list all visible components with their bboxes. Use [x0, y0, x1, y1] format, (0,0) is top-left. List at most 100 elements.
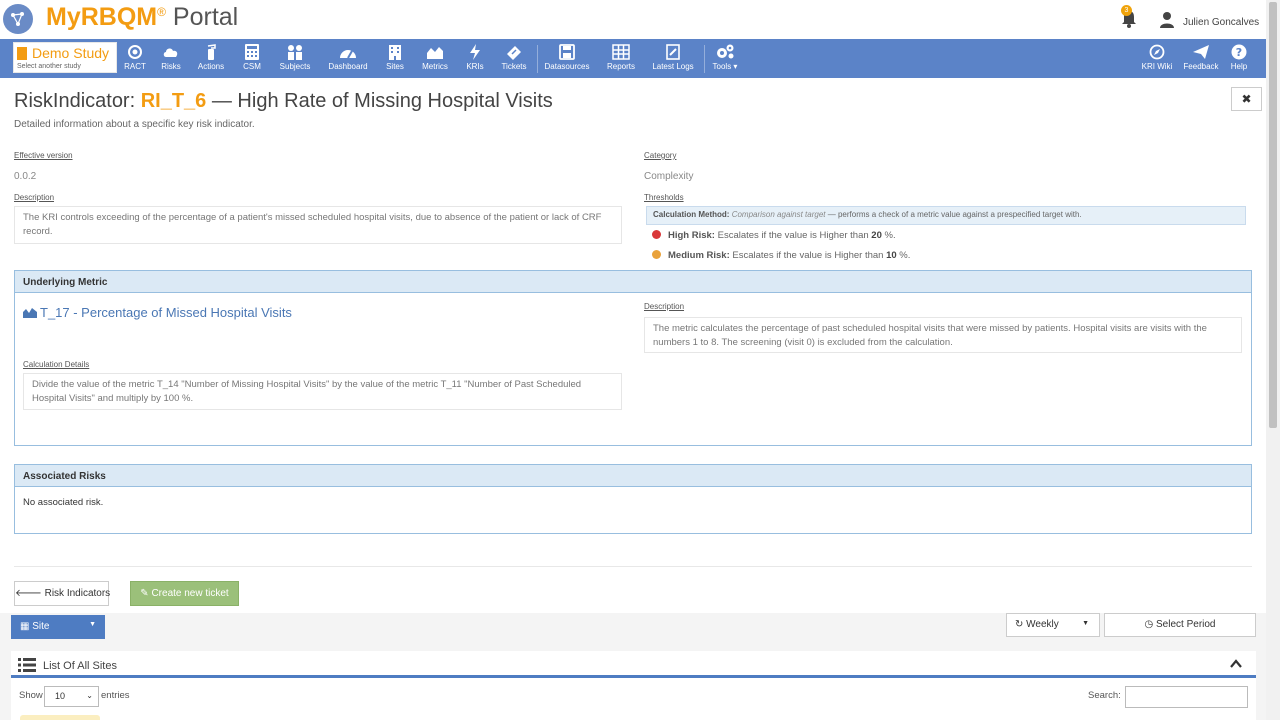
- study-selector[interactable]: Demo Study Select another study: [13, 42, 117, 73]
- nav-help[interactable]: ? Help: [1228, 44, 1250, 74]
- nav-datasources[interactable]: Datasources: [543, 44, 591, 74]
- category-value: Complexity: [644, 171, 694, 182]
- bolt-icon: [470, 44, 480, 60]
- close-button[interactable]: ✖: [1231, 87, 1262, 111]
- high-risk-row: High Risk: Escalates if the value is Hig…: [652, 230, 896, 241]
- at-icon: [128, 45, 142, 59]
- nav-separator: [537, 45, 538, 73]
- nav-dashboard[interactable]: Dashboard: [326, 44, 370, 74]
- document-icon: [17, 47, 27, 60]
- send-icon: [1193, 45, 1209, 59]
- nav-sites[interactable]: Sites: [384, 44, 406, 74]
- edit-icon: ✎: [140, 588, 149, 599]
- study-name: Demo Study: [32, 45, 110, 61]
- compass-icon: [1149, 44, 1165, 60]
- weekly-dropdown-button[interactable]: ↻ Weekly ▼: [1006, 613, 1100, 637]
- cloud-icon: [163, 48, 178, 57]
- row-highlight: [20, 715, 100, 720]
- clock-icon: ◷: [1144, 619, 1154, 630]
- risk-indicators-back-button[interactable]: 🡐 Risk Indicators: [14, 581, 110, 606]
- nav-actions[interactable]: Actions: [196, 44, 226, 74]
- site-dropdown-button[interactable]: ▦ Site ▼: [11, 615, 105, 639]
- create-ticket-button[interactable]: ✎ Create new ticket: [130, 581, 239, 606]
- nav-feedback[interactable]: Feedback: [1182, 44, 1220, 74]
- main-nav: Demo Study Select another study RACT Ris…: [0, 39, 1266, 78]
- underlying-metric-panel: Underlying Metric: [14, 270, 1252, 446]
- sites-list-panel: List Of All Sites: [11, 651, 1256, 720]
- calculator-icon: [245, 44, 259, 60]
- nav-ract[interactable]: RACT: [122, 44, 148, 74]
- nav-latest-logs[interactable]: Latest Logs: [651, 44, 695, 74]
- high-risk-dot: [652, 230, 661, 239]
- svg-text:?: ?: [1236, 46, 1242, 59]
- sites-list-header: List Of All Sites: [11, 651, 1256, 678]
- sites-list-title: List Of All Sites: [43, 660, 117, 672]
- table-icon: [612, 44, 630, 60]
- user-name[interactable]: Julien Goncalves: [1183, 17, 1259, 28]
- nav-metrics[interactable]: Metrics: [419, 44, 451, 74]
- thresholds-label: Thresholds: [644, 193, 684, 202]
- description-text: The KRI controls exceeding of the percen…: [14, 206, 622, 244]
- nav-separator: [704, 45, 705, 73]
- page-subtitle: Detailed information about a specific ke…: [14, 119, 255, 130]
- nav-kris[interactable]: KRIs: [463, 44, 487, 74]
- ticket-icon: [507, 46, 521, 60]
- search-input[interactable]: [1125, 686, 1248, 708]
- calculation-details-text: Divide the value of the metric T_14 "Num…: [23, 373, 622, 410]
- cogs-icon: [717, 44, 734, 59]
- area-chart-icon: [427, 47, 443, 59]
- nav-reports[interactable]: Reports: [605, 44, 637, 74]
- show-label: Show: [19, 690, 43, 701]
- calculation-details-label: Calculation Details: [23, 360, 90, 369]
- user-icon[interactable]: [1160, 12, 1174, 28]
- scrollbar-thumb[interactable]: [1269, 2, 1277, 428]
- chevron-down-icon: ⌄: [86, 691, 93, 700]
- nav-risks[interactable]: Risks: [159, 44, 183, 74]
- nav-subjects[interactable]: Subjects: [278, 44, 312, 74]
- list-icon: [18, 658, 36, 672]
- metric-link[interactable]: T_17 - Percentage of Missed Hospital Vis…: [23, 305, 292, 320]
- effective-version-label: Effective version: [14, 151, 73, 160]
- calculation-method-box: Calculation Method: Comparison against t…: [646, 206, 1246, 225]
- associated-risks-panel: Associated Risks No associated risk.: [14, 464, 1252, 534]
- building-icon: ▦: [20, 621, 30, 632]
- fire-extinguisher-icon: [207, 44, 216, 60]
- nav-csm[interactable]: CSM: [240, 44, 264, 74]
- caret-down-icon: ▼: [89, 621, 96, 628]
- page-title: RiskIndicator: RI_T_6 — High Rate of Mis…: [14, 90, 553, 112]
- users-icon: [288, 45, 302, 60]
- caret-down-icon: ▼: [1082, 620, 1089, 627]
- category-label: Category: [644, 151, 677, 160]
- divider: [14, 566, 1252, 567]
- effective-version-value: 0.0.2: [14, 171, 37, 182]
- entries-label: entries: [101, 690, 130, 701]
- building-icon: [389, 45, 401, 60]
- medium-risk-row: Medium Risk: Escalates if the value is H…: [652, 250, 910, 261]
- study-sub: Select another study: [17, 63, 81, 70]
- description-label: Description: [14, 193, 55, 202]
- chevron-up-icon[interactable]: [1230, 659, 1242, 669]
- search-label: Search:: [1088, 690, 1121, 701]
- arrow-left-icon: 🡐: [15, 588, 42, 599]
- nav-tools[interactable]: Tools ▾: [710, 44, 740, 74]
- select-period-button[interactable]: ◷ Select Period: [1104, 613, 1256, 637]
- metric-description-label: Description: [644, 302, 685, 311]
- medium-risk-dot: [652, 250, 661, 259]
- refresh-icon: ↻: [1015, 619, 1024, 630]
- no-risks-text: No associated risk.: [23, 497, 104, 508]
- entries-select[interactable]: 10 ⌄: [44, 686, 99, 707]
- area-chart-icon: [23, 308, 37, 318]
- edit-document-icon: [666, 44, 680, 60]
- associated-risks-header: Associated Risks: [15, 465, 1251, 487]
- nav-kri-wiki[interactable]: KRI Wiki: [1140, 44, 1174, 74]
- brand-title[interactable]: MyRBQM® Portal: [46, 3, 238, 32]
- notification-badge: 3: [1121, 5, 1132, 16]
- vertical-scrollbar[interactable]: [1266, 0, 1280, 720]
- question-icon: ?: [1231, 44, 1247, 60]
- logo-icon[interactable]: [3, 4, 33, 34]
- dashboard-icon: [340, 50, 356, 59]
- underlying-metric-header: Underlying Metric: [15, 271, 1251, 293]
- nav-tickets[interactable]: Tickets: [498, 44, 530, 74]
- floppy-icon: [559, 44, 575, 60]
- top-bar: MyRBQM® Portal 3 Julien Goncalves: [0, 0, 1280, 38]
